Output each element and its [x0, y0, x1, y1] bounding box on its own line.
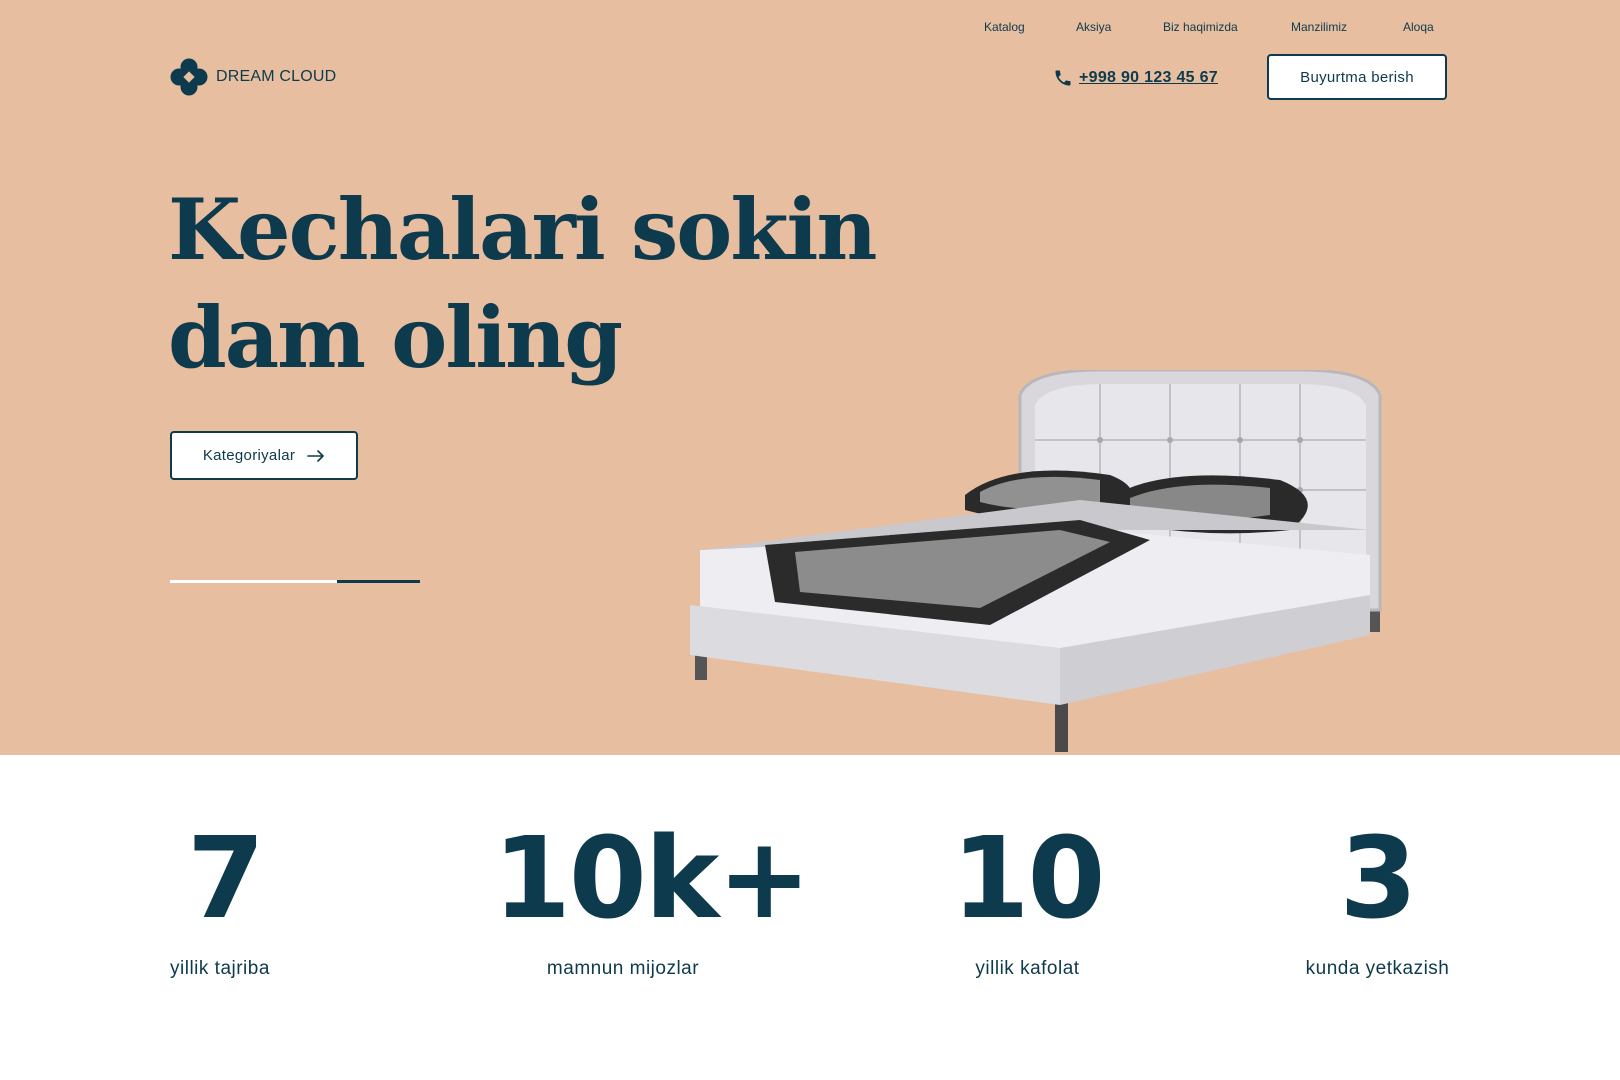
stat-experience: 7 yillik tajriba	[170, 820, 280, 980]
brand-logo[interactable]: DREAM CLOUD	[170, 58, 336, 96]
headline-line-1: Kechalari sokin	[168, 180, 878, 279]
stat-customers: 10k+ mamnun mijozlar	[493, 814, 811, 980]
nav-item-aloqa[interactable]: Aloqa	[1403, 20, 1434, 34]
stat-label: mamnun mijozlar	[546, 958, 700, 979]
stat-label: yillik kafolat	[975, 958, 1080, 979]
stat-label: kunda yetkazish	[1305, 958, 1450, 979]
stat-value: 3	[1339, 814, 1418, 944]
categories-button[interactable]: Kategoriyalar	[170, 431, 358, 480]
nav-item-manzilimiz[interactable]: Manzilimiz	[1291, 20, 1347, 34]
phone-number-link[interactable]: +998 90 123 45 67	[1079, 69, 1218, 87]
stat-value: 10k+	[493, 814, 811, 944]
stat-delivery: 3 kunda yetkazish	[1300, 820, 1455, 980]
stat-label: yillik tajriba	[170, 958, 270, 979]
clover-logo-icon	[170, 58, 208, 96]
brand-name: DREAM CLOUD	[216, 68, 337, 85]
hero-section: Katalog Aksiya Biz haqimizda Manzilimiz …	[0, 0, 1620, 755]
slider-progress[interactable]	[170, 580, 420, 583]
nav-item-biz-haqimizda[interactable]: Biz haqimizda	[1163, 20, 1238, 34]
phone-contact[interactable]: +998 90 123 45 67	[1053, 66, 1218, 90]
nav-item-katalog[interactable]: Katalog	[984, 20, 1025, 34]
top-navigation: Katalog Aksiya Biz haqimizda Manzilimiz …	[984, 20, 1450, 38]
stat-warranty: 10 yillik kafolat	[950, 814, 1106, 980]
order-button[interactable]: Buyurtma berish	[1267, 54, 1447, 100]
arrow-right-icon	[307, 449, 324, 462]
phone-icon	[1055, 70, 1071, 86]
nav-item-aksiya[interactable]: Aksiya	[1076, 20, 1111, 34]
categories-button-label: Kategoriyalar	[202, 447, 296, 464]
hero-headline: Kechalari sokin dam oling	[168, 176, 888, 392]
stat-value: 10	[951, 814, 1106, 944]
bed-icon	[690, 370, 1382, 752]
slider-progress-active	[336, 580, 420, 583]
stat-value: 7	[187, 814, 265, 944]
